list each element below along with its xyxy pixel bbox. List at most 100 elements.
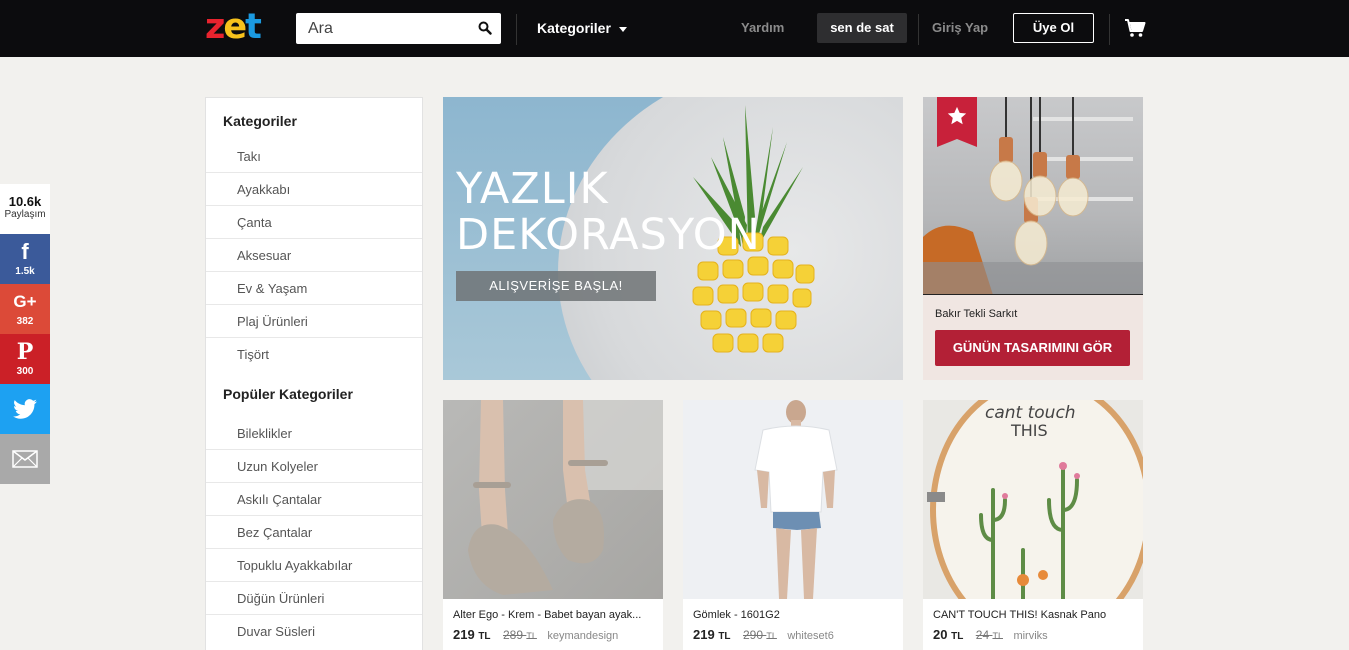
popular-item-dugun-urunleri[interactable]: Düğün Ürünleri — [206, 582, 422, 615]
product-name[interactable]: Gömlek - 1601G2 — [693, 609, 780, 621]
logo-letter-e: e — [223, 7, 247, 47]
price-value: 219 — [693, 627, 715, 642]
old-price-currency: TL — [526, 631, 537, 641]
caret-down-icon — [618, 26, 627, 32]
old-price-value: 24 — [975, 628, 990, 642]
category-item-plaj-urunleri[interactable]: Plaj Ürünleri — [206, 305, 422, 338]
product-card[interactable]: Gömlek - 1601G2 219 TL 290 TL whiteset6 — [683, 400, 903, 650]
product-price-line: 20 TL 24 TL mirviks — [933, 626, 1048, 644]
price-currency: TL — [951, 631, 964, 642]
category-item-canta[interactable]: Çanta — [206, 206, 422, 239]
product-price: 219 TL — [693, 627, 731, 642]
product-price: 219 TL — [453, 627, 491, 642]
product-name[interactable]: CAN'T TOUCH THIS! Kasnak Pano — [933, 609, 1106, 621]
logo-letter-t: t — [245, 7, 262, 47]
zet-logo[interactable]: zet — [205, 7, 262, 47]
old-price-value: 289 — [503, 628, 524, 642]
top-navigation-bar: zet Kategoriler Yardım sen de sat Giriş … — [0, 0, 1349, 57]
envelope-icon — [12, 450, 38, 468]
facebook-icon: f — [21, 239, 29, 264]
product-name[interactable]: Alter Ego - Krem - Babet bayan ayak... — [453, 609, 641, 621]
product-seller[interactable]: whiteset6 — [787, 630, 833, 642]
hoop-text-line2: THIS — [1010, 421, 1048, 440]
product-old-price: 24 TL — [976, 628, 1003, 642]
start-shopping-button[interactable]: ALIŞVERİŞE BAŞLA! — [456, 271, 656, 301]
price-currency: TL — [478, 631, 491, 642]
pinterest-share-count: 300 — [16, 366, 34, 377]
popular-item-topuklu-ayakkabilar[interactable]: Topuklu Ayakkabılar — [206, 549, 422, 582]
product-price: 20 TL — [933, 627, 963, 642]
hero-banner[interactable]: YAZLIK DEKORASYON ALIŞVERİŞE BAŞLA! — [443, 97, 903, 380]
old-price-value: 290 — [743, 628, 764, 642]
google-plus-share-button[interactable]: G+ 382 — [0, 284, 50, 334]
sell-button[interactable]: sen de sat — [817, 13, 907, 43]
star-icon — [947, 106, 967, 125]
product-card[interactable]: cant touch THIS CAN'T TOUCH THIS! Kasnak… — [923, 400, 1143, 650]
product-price-line: 219 TL 289 TL keymandesign — [453, 626, 618, 644]
product-seller[interactable]: keymandesign — [547, 630, 618, 642]
header-divider — [1109, 14, 1110, 45]
header-divider — [516, 14, 517, 45]
logo-letter-z: z — [205, 7, 225, 47]
old-price-currency: TL — [992, 631, 1003, 641]
share-total-label: Paylaşım — [4, 209, 46, 220]
popular-categories-heading: Popüler Kategoriler — [223, 386, 353, 402]
product-image[interactable] — [683, 400, 903, 599]
category-sidebar: Kategoriler Takı Ayakkabı Çanta Aksesuar… — [205, 97, 423, 650]
google-plus-icon: G+ — [13, 292, 37, 311]
pinterest-share-button[interactable]: P 300 — [0, 334, 50, 384]
search-icon[interactable] — [478, 21, 492, 35]
popular-item-bileklikler[interactable]: Bileklikler — [206, 417, 422, 450]
pinterest-icon: P — [16, 339, 34, 365]
shirt-model-illustration — [754, 400, 838, 599]
facebook-share-count: 1.5k — [15, 266, 35, 277]
popular-item-duvar-susleri[interactable]: Duvar Süsleri — [206, 615, 422, 648]
design-of-the-day-card: Bakır Tekli Sarkıt GÜNÜN TASARIMINI GÖR — [923, 97, 1143, 380]
popular-item-uzun-kolyeler[interactable]: Uzun Kolyeler — [206, 450, 422, 483]
popular-item-askili-cantalar[interactable]: Askılı Çantalar — [206, 483, 422, 516]
product-card[interactable]: Alter Ego - Krem - Babet bayan ayak... 2… — [443, 400, 663, 650]
login-link[interactable]: Giriş Yap — [932, 20, 988, 35]
category-list: Takı Ayakkabı Çanta Aksesuar Ev & Yaşam … — [206, 140, 422, 371]
embroidery-hoop-illustration: cant touch THIS — [927, 400, 1143, 599]
category-item-aksesuar[interactable]: Aksesuar — [206, 239, 422, 272]
price-currency: TL — [718, 631, 731, 642]
share-total: 10.6k — [8, 194, 42, 209]
facebook-share-button[interactable]: f 1.5k — [0, 234, 50, 284]
search-input[interactable] — [296, 13, 466, 44]
popular-item-bez-cantalar[interactable]: Bez Çantalar — [206, 516, 422, 549]
product-price-line: 219 TL 290 TL whiteset6 — [693, 626, 834, 644]
signup-button[interactable]: Üye Ol — [1013, 13, 1094, 43]
social-share-bar: 10.6k Paylaşım f 1.5k G+ 382 P 300 — [0, 184, 50, 484]
email-share-button[interactable] — [0, 434, 50, 484]
category-item-taki[interactable]: Takı — [206, 140, 422, 173]
product-seller[interactable]: mirviks — [1013, 630, 1047, 642]
share-count: 10.6k Paylaşım — [0, 184, 50, 234]
help-link[interactable]: Yardım — [741, 20, 784, 35]
category-item-ayakkabi[interactable]: Ayakkabı — [206, 173, 422, 206]
header-divider — [918, 14, 919, 45]
category-item-ev-yasam[interactable]: Ev & Yaşam — [206, 272, 422, 305]
search-box — [296, 13, 501, 44]
daily-product-name[interactable]: Bakır Tekli Sarkıt — [935, 308, 1017, 320]
product-old-price: 289 TL — [503, 628, 537, 642]
popular-category-list: Bileklikler Uzun Kolyeler Askılı Çantala… — [206, 417, 422, 648]
product-image[interactable]: cant touch THIS — [923, 400, 1143, 599]
shopping-cart-icon[interactable] — [1124, 17, 1146, 39]
hero-title-line1: YAZLIK — [456, 164, 609, 214]
google-plus-share-count: 382 — [16, 316, 34, 327]
categories-heading: Kategoriler — [223, 113, 297, 129]
price-value: 219 — [453, 627, 475, 642]
hoop-text-line1: cant touch — [985, 403, 1076, 423]
product-old-price: 290 TL — [743, 628, 777, 642]
category-item-tisort[interactable]: Tişört — [206, 338, 422, 371]
twitter-share-button[interactable] — [0, 384, 50, 434]
price-value: 20 — [933, 627, 948, 642]
categories-dropdown-label: Kategoriler — [537, 20, 611, 36]
product-image[interactable] — [443, 400, 663, 599]
categories-dropdown[interactable]: Kategoriler — [537, 20, 627, 36]
design-of-the-day-button[interactable]: GÜNÜN TASARIMINI GÖR — [935, 330, 1130, 366]
sandals-illustration — [468, 400, 663, 595]
pendant-lamp-photo[interactable] — [923, 97, 1143, 295]
featured-ribbon — [937, 97, 977, 147]
